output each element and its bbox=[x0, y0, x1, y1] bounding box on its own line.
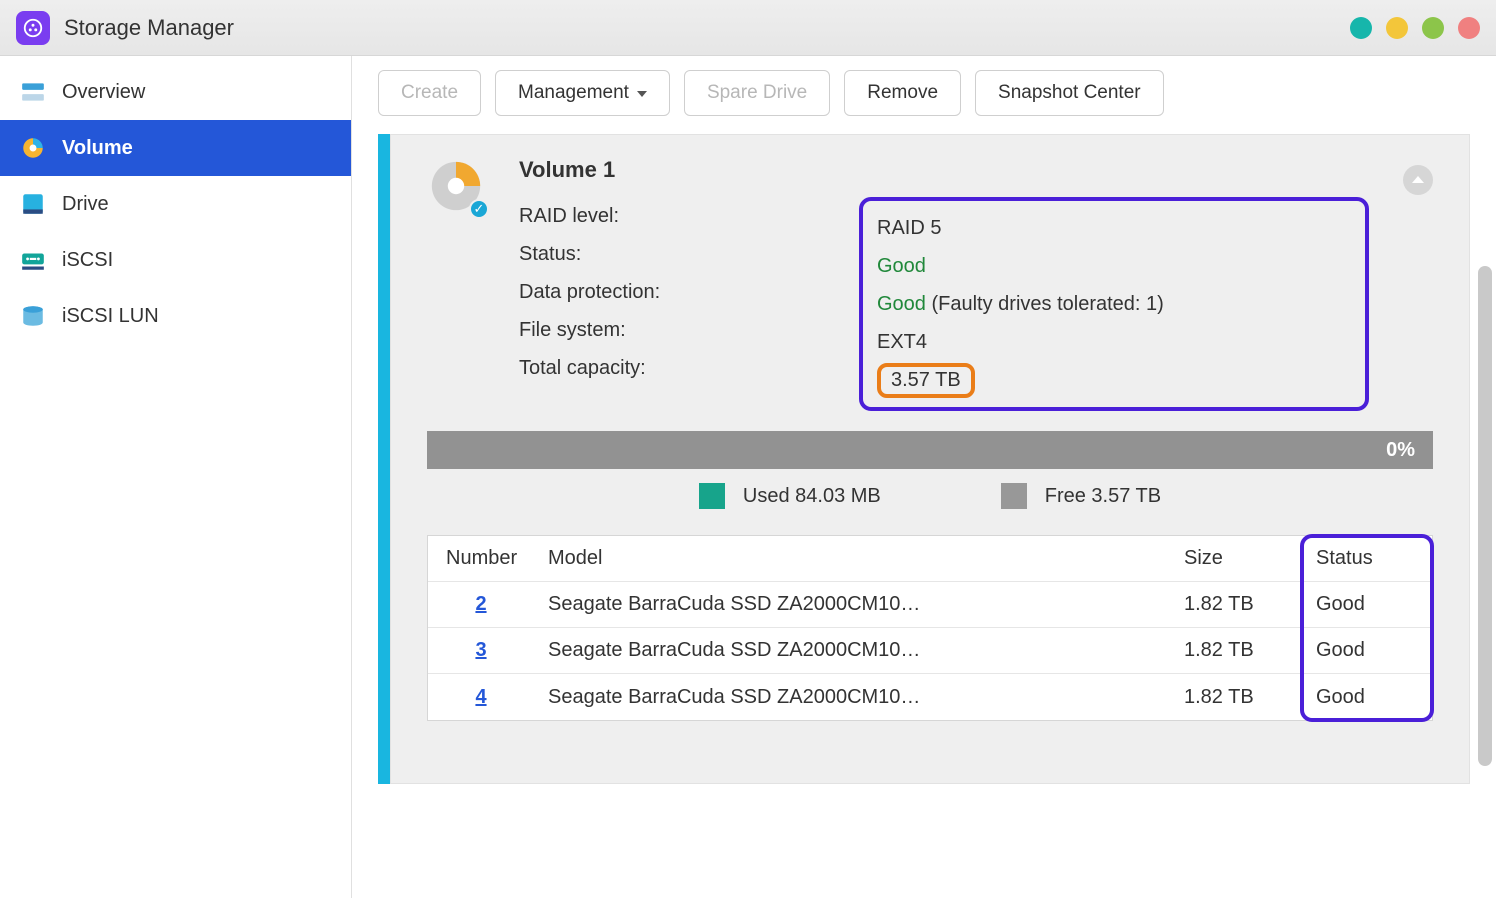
toolbar: Create Management Spare Drive Remove Sna… bbox=[352, 56, 1496, 134]
value-capacity: 3.57 TB bbox=[877, 363, 1351, 398]
window-dot-teal-icon[interactable] bbox=[1350, 17, 1372, 39]
drive-status: Good bbox=[1302, 639, 1432, 662]
highlight-capacity: 3.57 TB bbox=[877, 363, 975, 398]
app-icon bbox=[16, 11, 50, 45]
window-dot-yellow-icon[interactable] bbox=[1386, 17, 1408, 39]
highlight-volume-values: RAID 5 Good Good (Faulty drives tolerate… bbox=[859, 197, 1369, 411]
sidebar-item-overview[interactable]: Overview bbox=[0, 64, 351, 120]
sidebar-item-iscsi[interactable]: iSCSI bbox=[0, 232, 351, 288]
caret-down-icon bbox=[637, 91, 647, 97]
remove-button[interactable]: Remove bbox=[844, 70, 961, 116]
label-fs: File system: bbox=[519, 319, 859, 342]
management-label: Management bbox=[518, 82, 629, 104]
value-status: Good bbox=[877, 255, 1351, 278]
drive-model: Seagate BarraCuda SSD ZA2000CM10… bbox=[534, 593, 1184, 616]
value-protection-status: Good bbox=[877, 293, 926, 315]
drive-status: Good bbox=[1302, 686, 1432, 709]
sidebar-item-label: Drive bbox=[62, 193, 109, 216]
col-status[interactable]: Status bbox=[1302, 547, 1432, 570]
value-protection-detail: (Faulty drives tolerated: 1) bbox=[926, 293, 1164, 315]
titlebar: Storage Manager bbox=[0, 0, 1496, 56]
drive-model: Seagate BarraCuda SSD ZA2000CM10… bbox=[534, 639, 1184, 662]
spare-drive-button: Spare Drive bbox=[684, 70, 830, 116]
window-dot-red-icon[interactable] bbox=[1458, 17, 1480, 39]
label-raid: RAID level: bbox=[519, 205, 859, 228]
sidebar-item-label: Volume bbox=[62, 137, 133, 160]
table-header: Number Model Size Status bbox=[428, 536, 1432, 582]
legend-used-swatch-icon bbox=[699, 483, 725, 509]
drive-number-link[interactable]: 3 bbox=[475, 639, 486, 661]
window-dot-green-icon[interactable] bbox=[1422, 17, 1444, 39]
drive-icon bbox=[20, 191, 46, 217]
capacity-legend: Used 84.03 MB Free 3.57 TB bbox=[427, 483, 1433, 509]
iscsi-icon bbox=[20, 247, 46, 273]
col-number[interactable]: Number bbox=[428, 547, 534, 570]
table-row: 3 Seagate BarraCuda SSD ZA2000CM10… 1.82… bbox=[428, 628, 1432, 674]
label-capacity: Total capacity: bbox=[519, 357, 859, 380]
legend-free-swatch-icon bbox=[1001, 483, 1027, 509]
legend-free-label: Free 3.57 TB bbox=[1045, 485, 1161, 508]
drive-size: 1.82 TB bbox=[1184, 593, 1302, 616]
drive-size: 1.82 TB bbox=[1184, 686, 1302, 709]
app-title: Storage Manager bbox=[64, 15, 234, 41]
iscsi-lun-icon bbox=[20, 303, 46, 329]
sidebar-item-iscsi-lun[interactable]: iSCSI LUN bbox=[0, 288, 351, 344]
volume-title: Volume 1 bbox=[519, 157, 1369, 183]
drive-model: Seagate BarraCuda SSD ZA2000CM10… bbox=[534, 686, 1184, 709]
sidebar-item-label: Overview bbox=[62, 81, 145, 104]
sidebar-item-volume[interactable]: Volume bbox=[0, 120, 351, 176]
collapse-button[interactable] bbox=[1403, 165, 1433, 195]
drive-number-link[interactable]: 4 bbox=[475, 686, 486, 708]
sidebar-item-label: iSCSI bbox=[62, 249, 113, 272]
capacity-progress: 0% bbox=[427, 431, 1433, 469]
legend-used: Used 84.03 MB bbox=[699, 483, 881, 509]
sidebar-item-drive[interactable]: Drive bbox=[0, 176, 351, 232]
progress-percent: 0% bbox=[1386, 431, 1415, 469]
scrollbar[interactable] bbox=[1478, 266, 1492, 766]
legend-free: Free 3.57 TB bbox=[1001, 483, 1161, 509]
value-fs: EXT4 bbox=[877, 331, 1351, 354]
chevron-up-icon bbox=[1412, 176, 1424, 183]
management-button[interactable]: Management bbox=[495, 70, 670, 116]
drive-status: Good bbox=[1302, 593, 1432, 616]
content: Create Management Spare Drive Remove Sna… bbox=[352, 56, 1496, 898]
table-row: 2 Seagate BarraCuda SSD ZA2000CM10… 1.82… bbox=[428, 582, 1432, 628]
table-row: 4 Seagate BarraCuda SSD ZA2000CM10… 1.82… bbox=[428, 674, 1432, 720]
create-button: Create bbox=[378, 70, 481, 116]
status-check-icon: ✓ bbox=[469, 199, 489, 219]
snapshot-center-button[interactable]: Snapshot Center bbox=[975, 70, 1164, 116]
drive-size: 1.82 TB bbox=[1184, 639, 1302, 662]
volume-icon bbox=[20, 135, 46, 161]
drive-number-link[interactable]: 2 bbox=[475, 593, 486, 615]
volume-panel: ✓ Volume 1 RAID level: Status: Data prot… bbox=[390, 134, 1470, 784]
col-size[interactable]: Size bbox=[1184, 547, 1302, 570]
sidebar-item-label: iSCSI LUN bbox=[62, 305, 159, 328]
sidebar: Overview Volume Drive iSCSI iSCSI LUN bbox=[0, 56, 352, 898]
volume-disc-icon: ✓ bbox=[427, 157, 485, 215]
panel-accent bbox=[378, 134, 390, 784]
value-raid: RAID 5 bbox=[877, 217, 1351, 240]
window-controls bbox=[1350, 17, 1480, 39]
legend-used-label: Used 84.03 MB bbox=[743, 485, 881, 508]
overview-icon bbox=[20, 79, 46, 105]
label-protection: Data protection: bbox=[519, 281, 859, 304]
value-protection: Good (Faulty drives tolerated: 1) bbox=[877, 293, 1351, 316]
label-status: Status: bbox=[519, 243, 859, 266]
drive-table: Number Model Size Status 2 Seagate Barra… bbox=[427, 535, 1433, 721]
col-model[interactable]: Model bbox=[534, 547, 1184, 570]
